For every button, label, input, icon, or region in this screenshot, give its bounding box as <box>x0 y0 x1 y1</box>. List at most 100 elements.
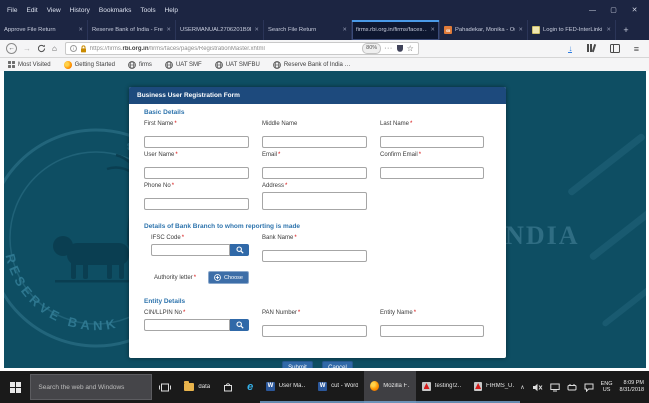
taskbar-item-pdf-firms[interactable]: FIRMS_U… <box>468 371 520 403</box>
bookmark-star-icon[interactable]: ☆ <box>407 44 414 53</box>
page-actions-icon[interactable]: ··· <box>384 45 393 52</box>
home-icon[interactable]: ⌂ <box>52 45 57 53</box>
hardware-icon[interactable] <box>567 383 577 392</box>
taskbar-search-input[interactable] <box>31 383 151 392</box>
tray-expand-icon[interactable]: ∧ <box>520 384 524 391</box>
tab-close-icon[interactable]: ✕ <box>430 27 435 33</box>
user-name-input[interactable] <box>144 167 249 179</box>
back-button[interactable]: ← <box>6 43 17 54</box>
choose-file-button[interactable]: Choose <box>208 271 249 284</box>
action-center-icon[interactable] <box>584 383 594 392</box>
tab-fed-interlink-login[interactable]: Login to FED-InterLinki… ✕ <box>528 20 616 40</box>
tab-search-file-return[interactable]: Search File Return ✕ <box>264 20 352 40</box>
downloads-icon[interactable]: ↓ <box>568 45 572 53</box>
tab-close-icon[interactable]: ✕ <box>342 27 347 33</box>
pdf-icon <box>422 382 431 391</box>
network-display-icon[interactable] <box>550 383 560 392</box>
taskbar-search[interactable] <box>30 374 152 400</box>
first-name-input[interactable] <box>144 136 249 148</box>
bookmark-getting-started[interactable]: Getting Started <box>64 61 115 69</box>
pocket-icon[interactable] <box>396 44 404 53</box>
entity-name-input[interactable] <box>380 325 484 337</box>
cancel-button[interactable]: Cancel <box>322 361 353 368</box>
menu-help[interactable]: Help <box>165 7 178 14</box>
taskbar-item-word-user-manual[interactable]: W User Ma… <box>260 371 312 403</box>
tab-approve-file-return[interactable]: Approve File Return ✕ <box>0 20 88 40</box>
site-info-icon[interactable]: i <box>70 45 77 52</box>
bookmark-most-visited[interactable]: Most Visited <box>8 61 51 68</box>
menu-history[interactable]: History <box>70 7 90 14</box>
first-name-label: First Name* <box>144 121 249 128</box>
folder-icon <box>184 383 194 391</box>
bank-name-input[interactable] <box>262 250 367 262</box>
pan-number-input[interactable] <box>262 325 367 337</box>
url-bar[interactable]: i https://firms.rbi.org.in/firms/faces/p… <box>65 42 419 55</box>
confirm-email-input[interactable] <box>380 167 484 179</box>
taskbar-item-firefox[interactable]: Mozilla F… <box>364 371 416 403</box>
cin-search-button[interactable] <box>230 319 249 331</box>
taskbar-item-store[interactable] <box>216 371 240 403</box>
new-tab-button[interactable]: + <box>616 20 636 40</box>
taskbar-item-pdf-testing[interactable]: testing!2… <box>416 371 468 403</box>
bookmark-uat-smf[interactable]: UAT SMF <box>165 61 202 69</box>
required-marker: * <box>174 121 176 127</box>
globe-icon <box>128 61 136 69</box>
menu-file[interactable]: File <box>7 7 17 14</box>
tab-usermanual[interactable]: USERMANUAL2706201B9EI… ✕ <box>176 20 264 40</box>
tab-outlook-mail[interactable]: 05 Pahadekar, Monika - Ou… ✕ <box>440 20 528 40</box>
bookmark-uat-smfbu[interactable]: UAT SMFBU <box>215 61 260 69</box>
url-text[interactable]: https://firms.rbi.org.in/firms/faces/pag… <box>90 46 359 52</box>
bookmark-firms[interactable]: firms <box>128 61 152 69</box>
menu-view[interactable]: View <box>47 7 61 14</box>
library-icon[interactable] <box>586 40 595 58</box>
menu-bookmarks[interactable]: Bookmarks <box>99 7 132 14</box>
clock[interactable]: 8:09 PM8/31/2018 <box>620 380 644 394</box>
middle-name-input[interactable] <box>262 136 367 148</box>
tab-close-icon[interactable]: ✕ <box>606 27 611 33</box>
zoom-level-badge[interactable]: 80% <box>362 43 381 54</box>
watermark-streak <box>601 270 646 327</box>
tab-close-icon[interactable]: ✕ <box>166 27 171 33</box>
volume-muted-icon[interactable] <box>532 383 543 392</box>
minimize-button[interactable]: — <box>582 7 603 14</box>
bookmark-rbi[interactable]: Reserve Bank of India … <box>273 61 351 69</box>
cin-llpin-input[interactable] <box>144 319 230 331</box>
taskbar-item-data-folder[interactable]: data <box>178 371 216 403</box>
address-input[interactable] <box>262 192 367 210</box>
tab-close-icon[interactable]: ✕ <box>78 27 83 33</box>
taskbar-item-word-cut[interactable]: W cut - Word <box>312 371 364 403</box>
reload-icon[interactable] <box>37 44 46 53</box>
submit-button[interactable]: Submit <box>282 361 313 368</box>
tab-close-icon[interactable]: ✕ <box>254 27 259 33</box>
menu-icon[interactable]: ≡ <box>634 44 639 54</box>
outlook-favicon: 05 <box>444 26 452 34</box>
required-marker: * <box>294 235 296 241</box>
close-button[interactable]: ✕ <box>624 6 645 14</box>
task-view-button[interactable] <box>152 371 178 403</box>
email-input[interactable] <box>262 167 367 179</box>
middle-name-field: Middle Name <box>262 121 367 148</box>
tab-firms-registration-active[interactable]: firms.rbi.org.in/firms/faces… ✕ <box>352 20 440 40</box>
tab-close-icon[interactable]: ✕ <box>518 27 523 33</box>
firms-page-background: RESERVE BANK भारतीय <box>4 71 646 368</box>
search-icon <box>236 246 244 254</box>
email-field: Email* <box>262 152 367 179</box>
ifsc-code-input[interactable] <box>151 244 230 256</box>
last-name-field: Last Name* <box>380 121 484 148</box>
first-name-field: First Name* <box>144 121 249 148</box>
menu-edit[interactable]: Edit <box>26 7 37 14</box>
maximize-button[interactable]: ▢ <box>603 6 624 14</box>
entity-name-label: Entity Name* <box>380 310 484 317</box>
phone-no-input[interactable] <box>144 198 249 210</box>
authority-letter-label: Authority letter* <box>154 275 196 281</box>
sidebar-icon[interactable] <box>610 44 620 53</box>
start-button[interactable] <box>0 371 30 403</box>
tab-rbi-freq[interactable]: Reserve Bank of India - Freq… ✕ <box>88 20 176 40</box>
section-entity-details: Entity Details <box>144 298 506 306</box>
taskbar-item-internet-explorer[interactable]: e <box>240 371 260 403</box>
ifsc-search-button[interactable] <box>230 244 249 256</box>
menu-tools[interactable]: Tools <box>140 7 155 14</box>
forward-button[interactable]: → <box>23 45 31 53</box>
last-name-input[interactable] <box>380 136 484 148</box>
language-indicator[interactable]: ENGUS <box>601 381 613 394</box>
